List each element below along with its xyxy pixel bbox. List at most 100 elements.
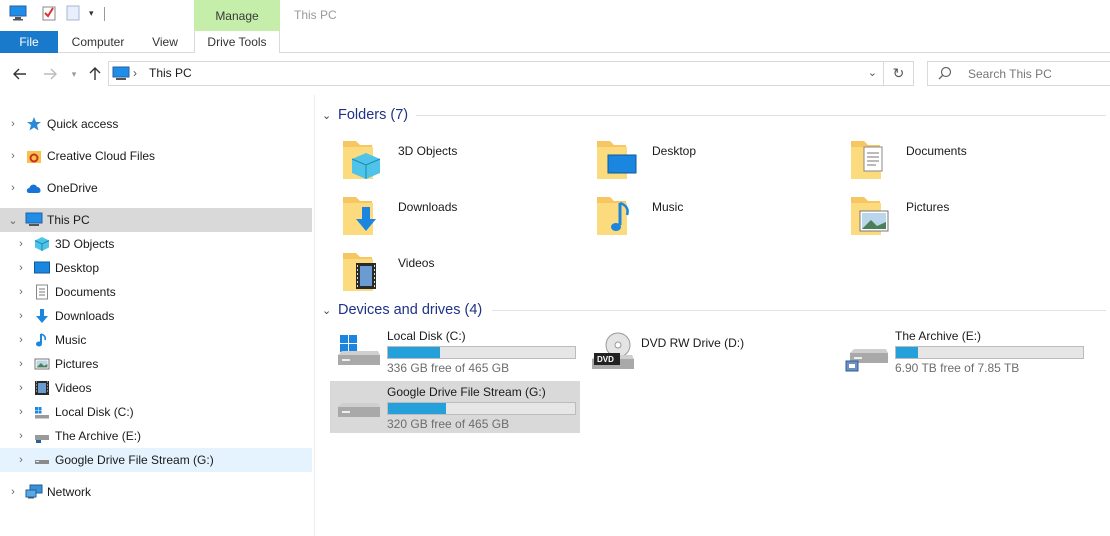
chevron-right-icon[interactable]: › [15, 382, 27, 394]
chevron-right-icon[interactable]: › [15, 286, 27, 298]
dvd-badge-text: DVD [597, 355, 614, 364]
nav-item-this-pc[interactable]: ⌄ This PC [0, 208, 312, 232]
nav-label: 3D Objects [55, 237, 115, 251]
arrow-right-icon [44, 68, 57, 80]
nav-item-quick-access[interactable]: › Quick access [0, 112, 312, 136]
tab-drive-tools[interactable]: Drive Tools [194, 31, 280, 53]
tab-computer[interactable]: Computer [64, 31, 132, 53]
chevron-right-icon[interactable]: › [15, 262, 27, 274]
drive-free-space: 336 GB free of 465 GB [387, 361, 510, 375]
content-pane: ⌄ Folders (7) 3D Objects Desktop Documen… [316, 95, 1110, 536]
folder-label: Desktop [652, 144, 697, 158]
nav-label: Local Disk (C:) [55, 405, 134, 419]
drive-usage-bar [895, 346, 1084, 359]
address-bar[interactable]: › This PC ⌄ [108, 61, 884, 86]
drive-label: Local Disk (C:) [387, 329, 466, 343]
chevron-right-icon[interactable]: › [15, 454, 27, 466]
chevron-right-icon[interactable]: › [7, 150, 19, 162]
arrow-left-icon [13, 68, 26, 80]
drive-label: Google Drive File Stream (G:) [387, 385, 546, 399]
nav-item-music[interactable]: › Music [0, 328, 312, 352]
nav-item-videos[interactable]: › Videos [0, 376, 312, 400]
manage-context-tab[interactable]: Manage [194, 0, 280, 31]
network-icon [25, 484, 43, 500]
new-folder-icon[interactable] [65, 5, 81, 21]
folder-pictures[interactable]: Pictures [850, 193, 1090, 243]
nav-item-3d-objects[interactable]: › 3D Objects [0, 232, 312, 256]
music-note-icon [34, 332, 50, 348]
refresh-button[interactable]: ↻ [884, 61, 914, 86]
chevron-down-icon: ▾ [71, 68, 77, 79]
nav-label: Quick access [47, 117, 119, 131]
chevron-right-icon[interactable]: › [7, 182, 19, 194]
drive-google-drive-g[interactable]: Google Drive File Stream (G:) 320 GB fre… [330, 381, 580, 433]
chevron-right-icon[interactable]: › [7, 486, 19, 498]
windows-drive-icon [34, 404, 50, 420]
cube-icon [34, 236, 50, 252]
drive-usage-bar [387, 346, 576, 359]
customize-qat-dropdown-icon[interactable]: ▾ [89, 8, 94, 19]
windows-drive-icon [338, 335, 380, 365]
chevron-right-icon[interactable]: › [15, 334, 27, 346]
nav-item-onedrive[interactable]: › OneDrive [0, 176, 312, 200]
chevron-right-icon[interactable]: › [15, 430, 27, 442]
back-button[interactable] [11, 64, 29, 84]
nav-label: Network [47, 485, 92, 499]
drive-dvd-rw-d[interactable]: DVD DVD RW Drive (D:) [584, 325, 834, 377]
up-button[interactable] [86, 64, 104, 84]
nav-item-creative-cloud[interactable]: › Creative Cloud Files [0, 144, 312, 168]
nav-label: The Archive (E:) [55, 429, 142, 443]
group-header-devices[interactable]: ⌄ Devices and drives (4) [322, 300, 482, 320]
chevron-right-icon[interactable]: › [15, 238, 27, 250]
folder-videos[interactable]: Videos [342, 249, 582, 299]
computer-icon[interactable] [9, 5, 27, 21]
chevron-down-icon[interactable]: ⌄ [7, 214, 19, 227]
nav-item-google-drive-g[interactable]: › Google Drive File Stream (G:) [0, 448, 312, 472]
tab-file[interactable]: File [0, 31, 58, 53]
drive-the-archive-e[interactable]: The Archive (E:) 6.90 TB free of 7.85 TB [838, 325, 1088, 377]
videos-folder-icon [343, 253, 376, 291]
properties-icon[interactable] [41, 5, 57, 21]
chevron-down-icon: ⌄ [322, 304, 332, 317]
refresh-icon: ↻ [892, 65, 905, 81]
folder-label: Pictures [906, 200, 950, 214]
chevron-right-icon[interactable]: › [15, 310, 27, 322]
chevron-right-icon[interactable]: › [15, 358, 27, 370]
breadcrumb-this-pc[interactable]: This PC [149, 66, 192, 80]
drive-free-space: 6.90 TB free of 7.85 TB [895, 361, 1020, 375]
creative-cloud-folder-icon [26, 148, 42, 164]
nav-item-local-disk-c[interactable]: › Local Disk (C:) [0, 400, 312, 424]
window-title: This PC [294, 8, 337, 22]
folder-3d-objects[interactable]: 3D Objects [342, 137, 582, 187]
pane-splitter[interactable] [314, 95, 315, 536]
nav-item-the-archive-e[interactable]: › The Archive (E:) [0, 424, 312, 448]
chevron-right-icon[interactable]: › [15, 406, 27, 418]
drive-local-disk-c[interactable]: Local Disk (C:) 336 GB free of 465 GB [330, 325, 580, 377]
nav-item-pictures[interactable]: › Pictures [0, 352, 312, 376]
search-input[interactable]: Search This PC [927, 61, 1110, 86]
tab-view[interactable]: View [142, 31, 188, 53]
nav-item-documents[interactable]: › Documents [0, 280, 312, 304]
recent-locations-dropdown[interactable]: ▾ [65, 64, 83, 84]
drive-icon [34, 452, 50, 468]
folder-desktop[interactable]: Desktop [596, 137, 836, 187]
group-title: Devices and drives (4) [338, 302, 483, 318]
nav-label: This PC [47, 213, 90, 227]
drive-usage-fill [896, 347, 919, 358]
nav-label: Creative Cloud Files [47, 149, 156, 163]
desktop-icon [34, 260, 50, 276]
breadcrumb-chevron-icon[interactable]: › [133, 66, 137, 80]
folder-label: Documents [906, 144, 967, 158]
pictures-icon [34, 356, 50, 372]
nav-item-network[interactable]: › Network [0, 480, 312, 504]
folder-documents[interactable]: Documents [850, 137, 1090, 187]
forward-button[interactable] [41, 64, 59, 84]
nav-item-downloads[interactable]: › Downloads [0, 304, 312, 328]
group-header-folders[interactable]: ⌄ Folders (7) [322, 105, 408, 125]
chevron-right-icon[interactable]: › [7, 118, 19, 130]
folder-music[interactable]: Music [596, 193, 836, 243]
address-dropdown-icon[interactable]: ⌄ [868, 66, 877, 79]
nav-item-desktop[interactable]: › Desktop [0, 256, 312, 280]
pictures-folder-icon [851, 197, 889, 235]
folder-downloads[interactable]: Downloads [342, 193, 582, 243]
